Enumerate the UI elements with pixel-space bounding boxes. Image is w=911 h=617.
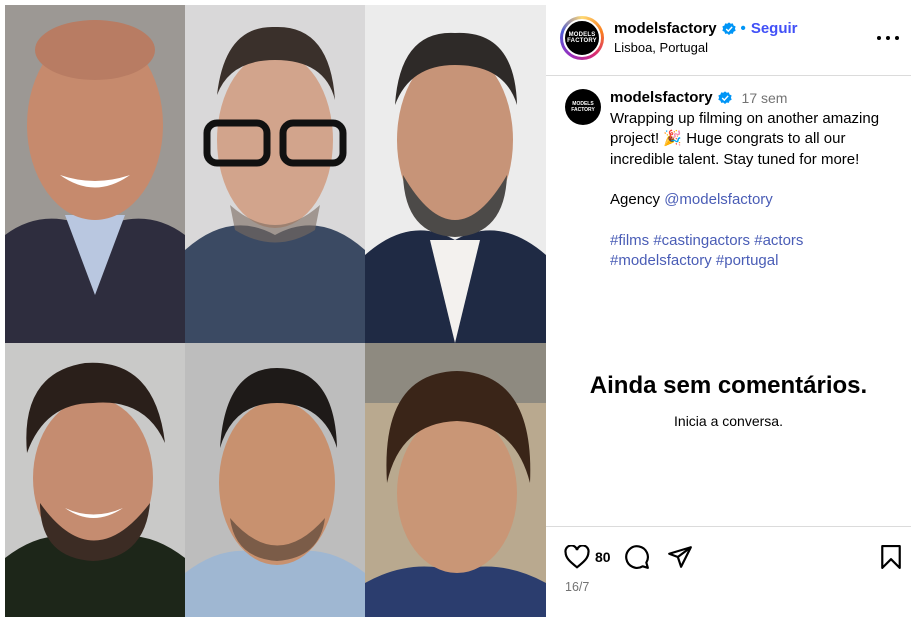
post-time[interactable]: 17 sem xyxy=(742,88,788,109)
profile-avatar[interactable]: MODELS FACTORY xyxy=(560,15,604,60)
follow-button[interactable]: Seguir xyxy=(751,20,798,37)
verified-badge-icon xyxy=(721,21,736,36)
portrait-older-man xyxy=(5,5,185,343)
more-options-icon[interactable] xyxy=(877,28,899,48)
portrait-bearded-man xyxy=(365,5,546,343)
agency-mention-link[interactable]: @modelsfactory xyxy=(664,191,773,208)
heart-icon[interactable] xyxy=(564,545,590,569)
post-location[interactable]: Lisboa, Portugal xyxy=(614,40,798,55)
caption: MODELS FACTORY modelsfactory 17 sem Wrap… xyxy=(546,76,911,272)
empty-comments-subtitle: Inicia a conversa. xyxy=(674,413,783,429)
verified-badge-icon xyxy=(717,91,732,105)
header-username[interactable]: modelsfactory xyxy=(614,20,717,37)
comment-icon[interactable] xyxy=(624,544,650,570)
avatar-text-line2: FACTORY xyxy=(567,37,597,44)
portrait-boy xyxy=(365,343,546,617)
empty-comments-title: Ainda sem comentários. xyxy=(589,372,868,399)
portrait-man-denim xyxy=(185,343,365,617)
hashtags-line-1[interactable]: #films #castingactors #actors xyxy=(610,231,897,252)
post-media[interactable] xyxy=(5,5,546,617)
empty-comments: Ainda sem comentários. Inicia a conversa… xyxy=(546,372,911,429)
caption-text: Wrapping up filming on another amazing p… xyxy=(610,109,880,168)
post-panel: MODELS FACTORY modelsfactory • Seguir Li… xyxy=(546,0,911,617)
portrait-smiling-young-man xyxy=(5,343,185,617)
post-header: MODELS FACTORY modelsfactory • Seguir Li… xyxy=(546,0,911,76)
agency-label: Agency xyxy=(610,191,665,208)
separator-dot: • xyxy=(740,20,746,37)
caption-avatar[interactable]: MODELS FACTORY xyxy=(565,89,601,125)
hashtags-line-2[interactable]: #modelsfactory #portugal xyxy=(610,251,897,272)
bookmark-icon[interactable] xyxy=(880,545,902,569)
post-date[interactable]: 16/7 xyxy=(565,580,589,594)
share-icon[interactable] xyxy=(667,545,693,569)
portrait-man-glasses xyxy=(185,5,365,343)
action-bar: 80 16/7 xyxy=(546,526,911,617)
caption-username[interactable]: modelsfactory xyxy=(610,88,713,109)
likes-count[interactable]: 80 xyxy=(595,549,611,565)
